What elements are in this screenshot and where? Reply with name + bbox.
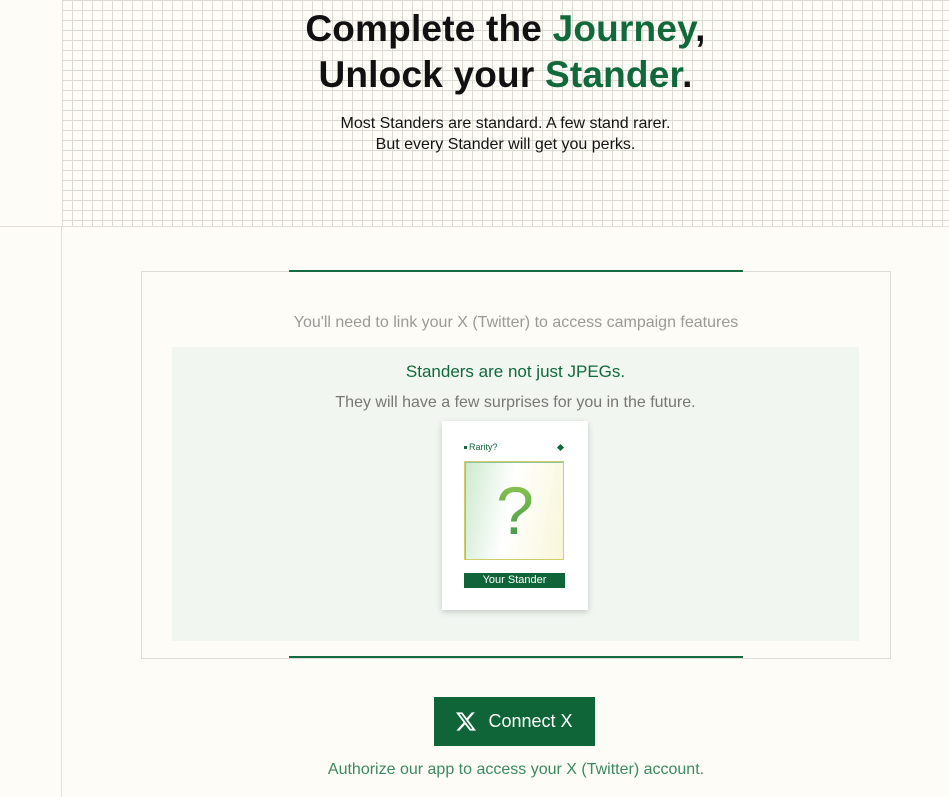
headline-line2-suffix: . bbox=[682, 54, 693, 95]
headline-line2-prefix: Unlock your bbox=[318, 54, 545, 95]
stander-artwork: ? bbox=[464, 461, 564, 560]
connect-x-label: Connect X bbox=[488, 711, 573, 731]
headline-line1-suffix: , bbox=[695, 8, 706, 49]
card-accent-top bbox=[289, 270, 743, 272]
rarity-label: Rarity? bbox=[464, 442, 498, 452]
headline-accent-stander: Stander bbox=[544, 54, 683, 95]
subtitle-line-1: Most Standers are standard. A few stand … bbox=[340, 115, 671, 132]
card-accent-bottom bbox=[289, 656, 743, 658]
panel-title: Standers are not just JPEGs. bbox=[405, 362, 626, 381]
hero-margin bbox=[0, 0, 62, 226]
headline-accent-journey: Journey bbox=[552, 8, 696, 49]
connect-x-button[interactable]: Connect X bbox=[434, 697, 595, 746]
diamond-icon bbox=[556, 443, 565, 452]
authorize-hint: Authorize our app to access your X (Twit… bbox=[327, 761, 705, 778]
rarity-text: Rarity? bbox=[469, 442, 498, 452]
hero-subtitle: Most Standers are standard. A few stand … bbox=[62, 113, 949, 155]
subtitle-line-2: But every Stander will get you perks. bbox=[375, 136, 636, 153]
rarity-dot-icon bbox=[464, 445, 467, 449]
link-notice: You'll need to link your X (Twitter) to … bbox=[293, 314, 739, 331]
stander-name-label: Your Stander bbox=[464, 573, 565, 588]
question-mark-icon: ? bbox=[465, 468, 563, 554]
panel-description: They will have a few surprises for you i… bbox=[335, 394, 696, 411]
stander-preview-card: Rarity? ? Your Stander bbox=[442, 421, 588, 610]
info-panel: Standers are not just JPEGs. They will h… bbox=[172, 347, 859, 641]
headline-line1-prefix: Complete the bbox=[305, 8, 553, 49]
page-headline: Complete the Journey, Unlock your Stande… bbox=[62, 6, 949, 98]
x-logo-icon bbox=[456, 712, 477, 731]
